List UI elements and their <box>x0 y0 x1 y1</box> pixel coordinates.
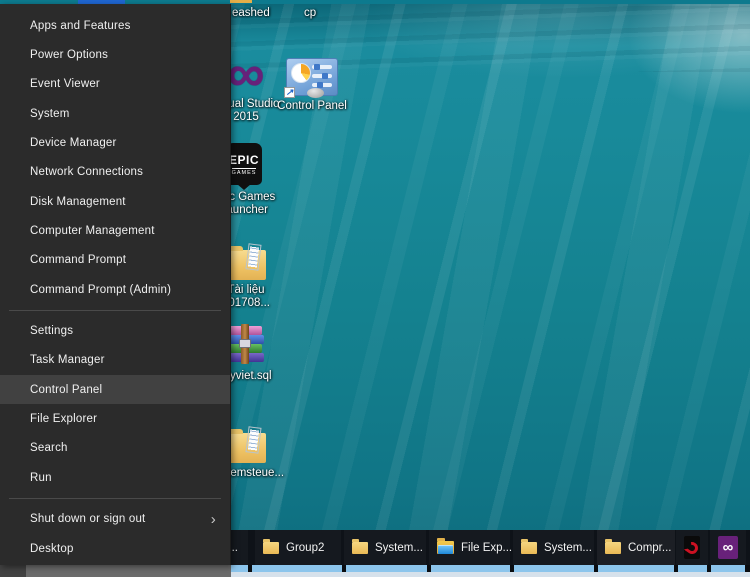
shortcut-arrow-icon: ↗ <box>284 87 295 98</box>
menu-item-label: Task Manager <box>30 354 105 367</box>
menu-item-run[interactable]: Run <box>0 463 230 492</box>
menu-item-label: Desktop <box>30 542 74 555</box>
taskbar-button-label: File Exp... <box>461 541 513 554</box>
menu-item-label: Network Connections <box>30 166 144 179</box>
desktop-icon-label-partial[interactable]: eashed <box>232 7 270 19</box>
pie-chart-icon <box>291 63 311 83</box>
menu-item-device-manager[interactable]: Device Manager <box>0 128 230 157</box>
slider-bar <box>312 73 332 79</box>
menu-item-control-panel[interactable]: Control Panel <box>0 375 230 405</box>
strip-under-taskbar <box>231 565 750 577</box>
slider-bar <box>312 82 332 88</box>
control-panel-icon: ↗ <box>284 58 338 98</box>
folder-icon <box>521 538 537 554</box>
menu-item-label: System <box>30 107 70 120</box>
desktop-icon-control-panel[interactable]: ↗ Control Panel <box>264 52 360 113</box>
mouse-icon <box>307 88 324 98</box>
menu-item-disk-management[interactable]: Disk Management <box>0 187 230 216</box>
app-underline <box>711 565 745 572</box>
desktop-icon-label-cp[interactable]: cp <box>304 7 316 19</box>
winrar-icon <box>228 324 264 364</box>
menu-item-desktop[interactable]: Desktop <box>0 534 230 563</box>
menu-item-label: Shut down or sign out <box>30 513 146 526</box>
menu-item-label: Run <box>30 471 52 484</box>
menu-item-network-connections[interactable]: Network Connections <box>0 158 230 187</box>
menu-item-label: Event Viewer <box>30 78 100 91</box>
menu-item-computer-management[interactable]: Computer Management <box>0 216 230 245</box>
app-underline <box>346 565 427 572</box>
menu-item-label: Disk Management <box>30 195 126 208</box>
epic-badge-subtext: GAMES <box>231 167 257 176</box>
menu-item-event-viewer[interactable]: Event Viewer <box>0 70 230 99</box>
taskbar-button-group2[interactable]: Group2 <box>255 530 341 565</box>
icon-label-line: Control Panel <box>277 100 347 112</box>
epic-badge-text: EPIC <box>228 152 259 167</box>
taskbar-button-label: Group2 <box>286 541 325 554</box>
menu-item-file-explorer[interactable]: File Explorer <box>0 404 230 433</box>
taskbar-button-label: Compr... <box>628 541 672 554</box>
menu-item-label: File Explorer <box>30 413 98 426</box>
taskbar-button-garena[interactable] <box>676 530 708 565</box>
menu-item-task-manager[interactable]: Task Manager <box>0 346 230 375</box>
bottom-strip <box>0 565 750 577</box>
menu-separator <box>0 493 230 505</box>
taskbar-button-compr[interactable]: Compr... <box>597 530 675 565</box>
document-icon <box>245 243 262 271</box>
menu-item-settings[interactable]: Settings <box>0 316 230 345</box>
folder-icon <box>352 538 368 554</box>
icon-label-line: Tài liệu <box>227 284 265 296</box>
strip-under-menu <box>0 565 231 577</box>
taskbar-button-system-2[interactable]: System... <box>513 530 594 565</box>
menu-item-apps-and-features[interactable]: Apps and Features <box>0 11 230 40</box>
folder-icon <box>226 243 266 280</box>
taskbar-button-visual-studio[interactable]: ∞ <box>710 530 746 565</box>
file-explorer-icon <box>437 538 454 554</box>
garena-icon <box>683 536 701 559</box>
menu-item-label: Power Options <box>30 49 109 62</box>
menu-item-label: Apps and Features <box>30 19 131 32</box>
icon-label-line: 2015 <box>233 110 259 123</box>
menu-item-label: Control Panel <box>30 383 103 396</box>
menu-item-label: Search <box>30 442 68 455</box>
buckle <box>239 339 251 348</box>
app-underline <box>431 565 510 572</box>
menu-item-label: Computer Management <box>30 225 155 238</box>
app-underline-active <box>598 565 674 572</box>
slider-bar <box>312 64 332 70</box>
menu-item-label: Command Prompt (Admin) <box>30 283 172 296</box>
app-underline <box>514 565 594 572</box>
underline-row <box>231 565 750 572</box>
menu-item-shut-down-or-sign-out[interactable]: Shut down or sign out › <box>0 505 230 534</box>
app-underline <box>231 565 248 572</box>
epic-games-icon: EPIC GAMES <box>226 143 262 185</box>
taskbar-button-label: System... <box>375 541 423 554</box>
app-underline <box>678 565 707 572</box>
folder-icon <box>226 426 266 463</box>
chevron-right-icon: › <box>210 510 216 528</box>
folder-icon <box>263 538 279 554</box>
menu-item-search[interactable]: Search <box>0 434 230 463</box>
taskbar-button-label: System... <box>544 541 592 554</box>
menu-item-label: Settings <box>30 325 74 338</box>
winx-context-menu: Apps and Features Power Options Event Vi… <box>0 4 231 565</box>
menu-item-power-options[interactable]: Power Options <box>0 40 230 69</box>
folder-icon <box>605 538 621 554</box>
menu-item-label: Device Manager <box>30 137 117 150</box>
document-icon <box>245 426 262 454</box>
taskbar-button-system-1[interactable]: System... <box>344 530 426 565</box>
menu-item-command-prompt[interactable]: Command Prompt <box>0 246 230 275</box>
folder-icon-fragment <box>230 0 252 3</box>
visual-studio-icon: ∞ <box>718 536 738 559</box>
menu-separator <box>0 304 230 316</box>
menu-item-command-prompt-admin[interactable]: Command Prompt (Admin) <box>0 275 230 304</box>
menu-item-system[interactable]: System <box>0 99 230 128</box>
app-underline <box>252 565 342 572</box>
visual-studio-icon: ∞ <box>227 45 265 103</box>
taskbar-button-file-explorer[interactable]: File Exp... <box>429 530 513 565</box>
menu-item-label: Command Prompt <box>30 254 127 267</box>
